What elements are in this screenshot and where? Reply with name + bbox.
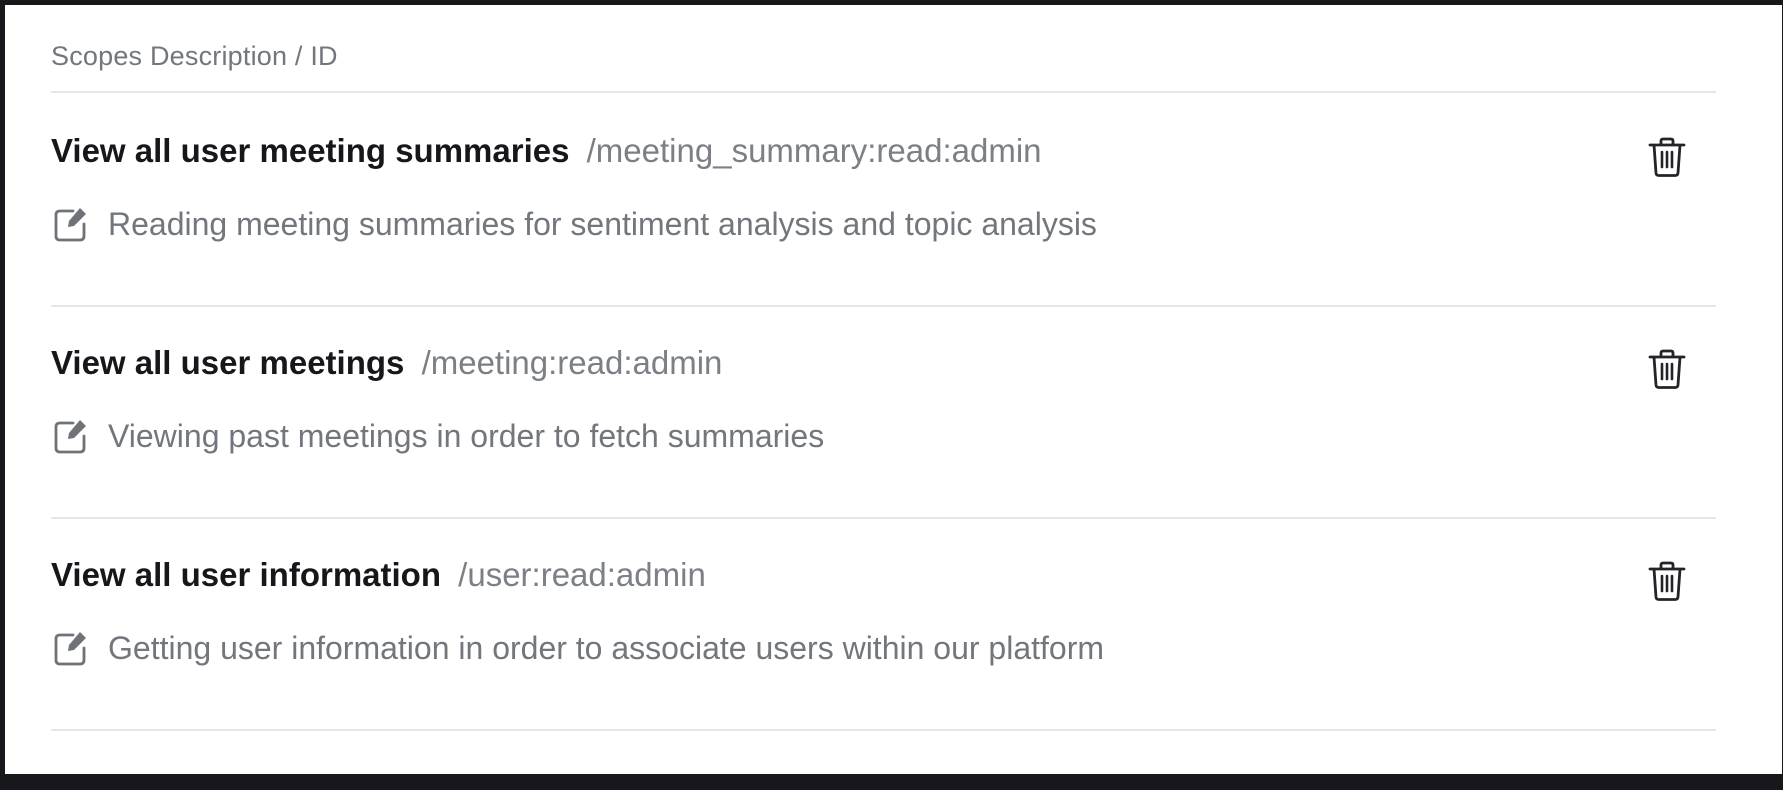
scope-description: Getting user information in order to ass… (108, 629, 1105, 666)
trash-icon (1648, 561, 1686, 601)
scopes-table-header: Scopes Description / ID (51, 41, 338, 71)
scope-row: View all user meetings /meeting:read:adm… (51, 305, 1716, 517)
scope-description: Viewing past meetings in order to fetch … (108, 417, 825, 454)
scope-name: View all user information (51, 556, 441, 593)
delete-scope-button[interactable] (1646, 559, 1688, 603)
edit-icon (54, 420, 86, 454)
scope-title-line: View all user information /user:read:adm… (51, 555, 706, 595)
row-divider (51, 729, 1716, 731)
delete-scope-button[interactable] (1646, 135, 1688, 179)
edit-description-button[interactable] (51, 204, 91, 244)
scope-name: View all user meeting summaries (51, 132, 570, 169)
scope-title-line: View all user meetings /meeting:read:adm… (51, 343, 722, 383)
trash-icon (1648, 137, 1686, 177)
scopes-panel: Scopes Description / ID View all user me… (5, 5, 1782, 774)
scope-description-line: Reading meeting summaries for sentiment … (51, 204, 1097, 244)
edit-description-button[interactable] (51, 416, 91, 456)
scope-id: /meeting_summary:read:admin (586, 132, 1042, 169)
scope-description-line: Viewing past meetings in order to fetch … (51, 416, 824, 456)
scope-description-line: Getting user information in order to ass… (51, 628, 1104, 668)
scope-row: View all user meeting summaries /meeting… (51, 93, 1716, 305)
scope-id: /meeting:read:admin (421, 344, 723, 381)
scope-name: View all user meetings (51, 344, 405, 381)
scope-row: View all user information /user:read:adm… (51, 517, 1716, 729)
scope-title-line: View all user meeting summaries /meeting… (51, 131, 1042, 171)
trash-icon (1648, 349, 1686, 389)
scope-id: /user:read:admin (458, 556, 706, 593)
edit-description-button[interactable] (51, 628, 91, 668)
scope-description: Reading meeting summaries for sentiment … (108, 205, 1097, 242)
edit-icon (54, 208, 86, 242)
edit-icon (54, 632, 86, 666)
delete-scope-button[interactable] (1646, 347, 1688, 391)
